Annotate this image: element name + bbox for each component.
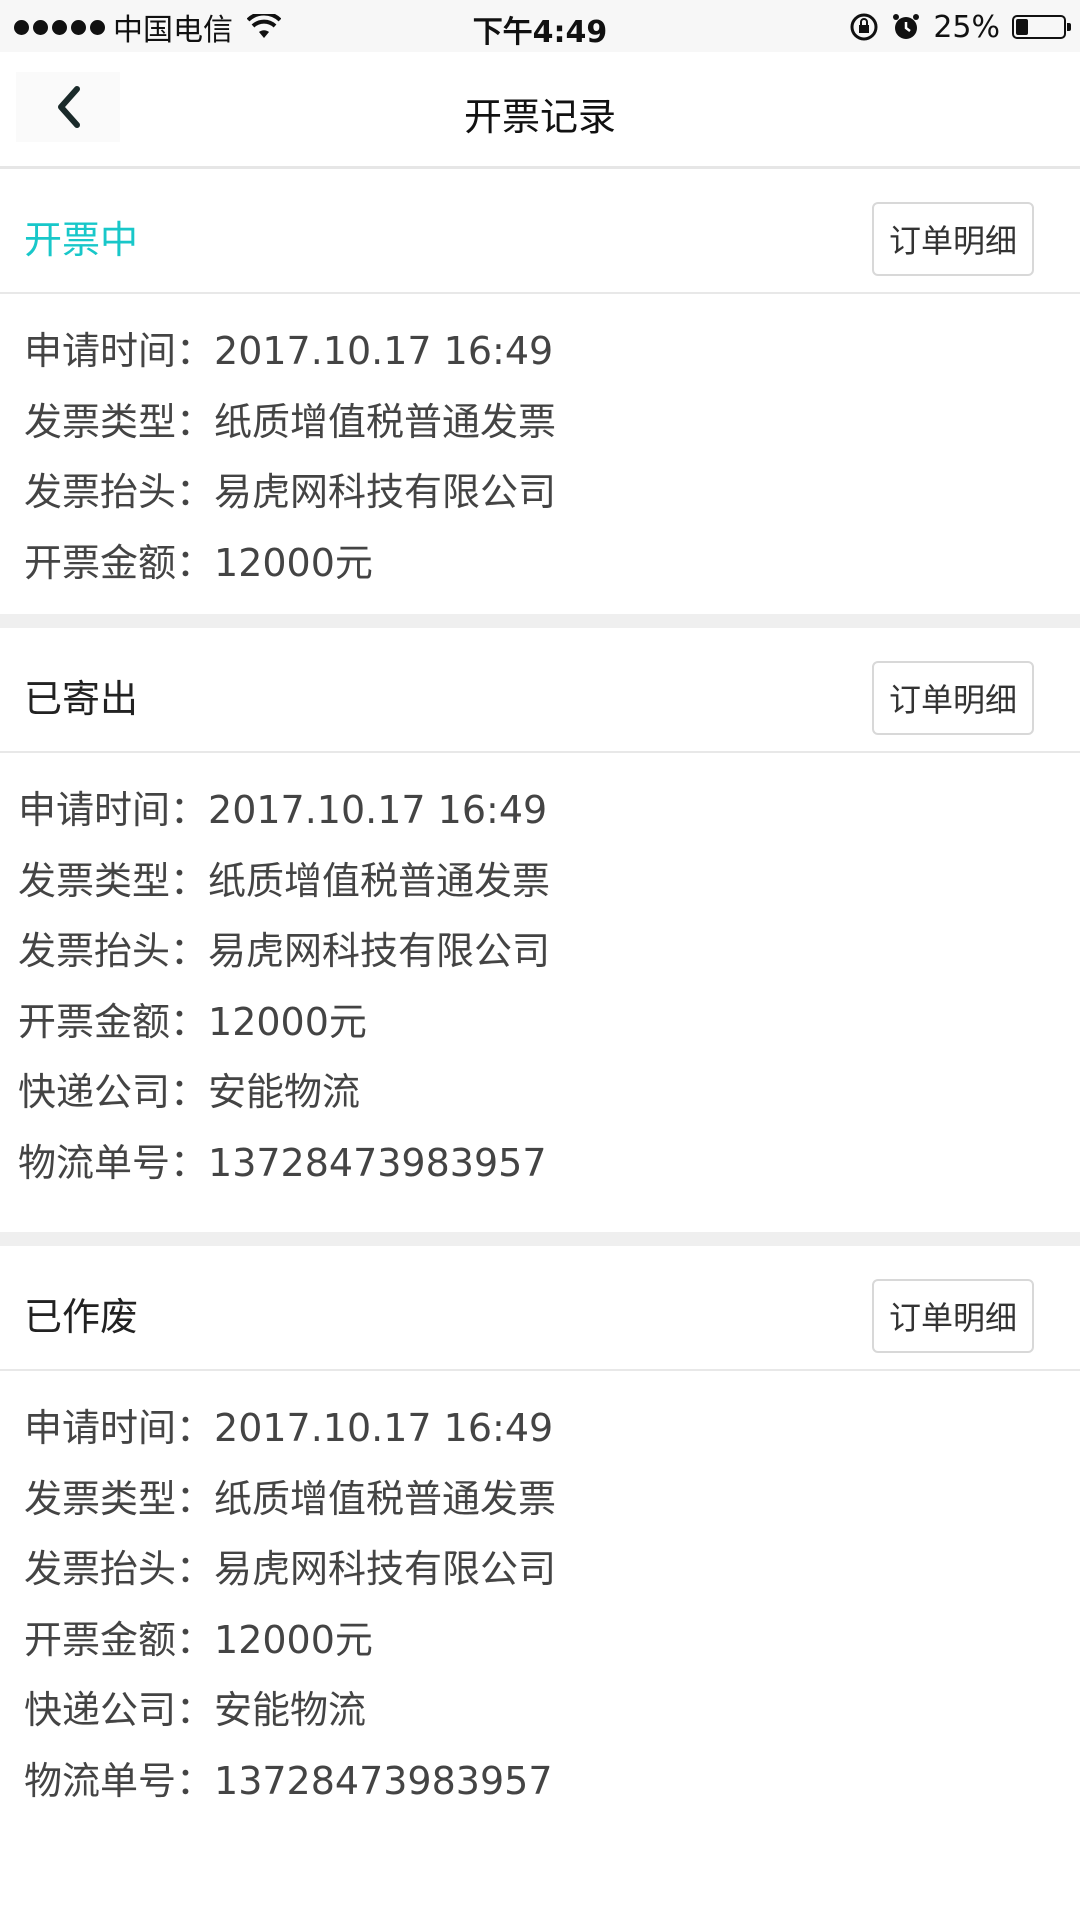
info-value: 12000元 <box>214 1617 373 1662</box>
invoice-card-header: 已寄出 订单明细 <box>0 628 1080 753</box>
invoice-title-row: 发票抬头：易虎网科技有限公司 <box>0 916 1080 987</box>
info-value: 13728473983957 <box>214 1758 553 1803</box>
status-bar-right: 25% <box>849 8 1071 46</box>
info-label: 发票抬头： <box>24 1547 215 1591</box>
battery-percent: 25% <box>933 9 1000 45</box>
invoice-amount-row: 开票金额：12000元 <box>0 1605 1080 1676</box>
info-label: 发票抬头： <box>24 470 215 514</box>
info-label: 发票类型： <box>18 858 209 903</box>
info-label: 发票类型： <box>24 1476 215 1521</box>
info-value: 纸质增值税普通发票 <box>214 399 557 444</box>
info-label: 开票金额： <box>24 540 215 585</box>
courier-company-row: 快递公司：安能物流 <box>0 1057 1080 1128</box>
info-label: 申请时间： <box>18 788 209 832</box>
info-label: 物流单号： <box>18 1140 209 1185</box>
info-value: 2017.10.17 16:49 <box>214 329 554 373</box>
order-detail-button[interactable]: 订单明细 <box>872 1279 1034 1353</box>
section-divider <box>0 1232 1080 1246</box>
invoice-card-header: 已作废 订单明细 <box>0 1246 1080 1371</box>
section-divider <box>0 614 1080 628</box>
invoice-card: 已寄出 订单明细 申请时间：2017.10.17 16:49 发票类型：纸质增值… <box>0 628 1080 1198</box>
invoice-card-body: 申请时间：2017.10.17 16:49 发票类型：纸质增值税普通发票 发票抬… <box>0 294 1080 598</box>
info-value: 易虎网科技有限公司 <box>214 470 557 514</box>
apply-time-row: 申请时间：2017.10.17 16:49 <box>0 316 1080 387</box>
page-title: 开票记录 <box>463 95 616 139</box>
tracking-number-row: 物流单号：13728473983957 <box>0 1746 1080 1817</box>
info-label: 快递公司： <box>24 1688 215 1732</box>
status-badge: 已寄出 <box>24 677 139 721</box>
invoice-type-row: 发票类型：纸质增值税普通发票 <box>0 387 1080 458</box>
info-label: 物流单号： <box>24 1758 215 1803</box>
info-label: 申请时间： <box>24 329 215 373</box>
info-value: 纸质增值税普通发票 <box>214 1476 557 1521</box>
battery-icon <box>1012 15 1071 39</box>
order-detail-button[interactable]: 订单明细 <box>872 661 1034 735</box>
info-value: 安能物流 <box>208 1070 361 1114</box>
invoice-amount-row: 开票金额：12000元 <box>0 528 1080 599</box>
invoice-type-row: 发票类型：纸质增值税普通发票 <box>0 1464 1080 1535</box>
info-value: 2017.10.17 16:49 <box>214 1406 554 1450</box>
apply-time-row: 申请时间：2017.10.17 16:49 <box>0 1393 1080 1464</box>
tracking-number-row: 物流单号：13728473983957 <box>0 1128 1080 1199</box>
status-bar: 中国电信 下午4:49 25% <box>0 0 1080 52</box>
invoice-card-body: 申请时间：2017.10.17 16:49 发票类型：纸质增值税普通发票 发票抬… <box>0 1371 1080 1816</box>
info-value: 12000元 <box>214 540 373 585</box>
info-value: 安能物流 <box>214 1688 367 1732</box>
status-badge: 已作废 <box>24 1295 139 1339</box>
battery-level-fill <box>1016 19 1028 35</box>
info-value: 12000元 <box>208 999 367 1044</box>
info-value: 纸质增值税普通发票 <box>208 858 551 903</box>
order-detail-button[interactable]: 订单明细 <box>872 202 1034 276</box>
info-value: 易虎网科技有限公司 <box>214 1547 557 1591</box>
invoice-title-row: 发票抬头：易虎网科技有限公司 <box>0 457 1080 528</box>
info-label: 申请时间： <box>24 1406 215 1450</box>
invoice-amount-row: 开票金额：12000元 <box>0 987 1080 1058</box>
rotation-lock-icon <box>850 13 878 41</box>
invoice-card: 已作废 订单明细 申请时间：2017.10.17 16:49 发票类型：纸质增值… <box>0 1246 1080 1816</box>
info-value: 易虎网科技有限公司 <box>208 929 551 973</box>
nav-bar: 开票记录 <box>0 52 1080 169</box>
courier-company-row: 快递公司：安能物流 <box>0 1675 1080 1746</box>
info-label: 快递公司： <box>18 1070 209 1114</box>
invoice-title-row: 发票抬头：易虎网科技有限公司 <box>0 1534 1080 1605</box>
invoice-card-header: 开票中 订单明细 <box>0 169 1080 294</box>
alarm-icon <box>893 14 920 39</box>
status-badge: 开票中 <box>24 218 139 262</box>
info-label: 开票金额： <box>18 999 209 1044</box>
invoice-type-row: 发票类型：纸质增值税普通发票 <box>0 846 1080 917</box>
invoice-card: 开票中 订单明细 申请时间：2017.10.17 16:49 发票类型：纸质增值… <box>0 169 1080 598</box>
info-label: 发票类型： <box>24 399 215 444</box>
info-label: 开票金额： <box>24 1617 215 1662</box>
info-label: 发票抬头： <box>18 929 209 973</box>
invoice-card-body: 申请时间：2017.10.17 16:49 发票类型：纸质增值税普通发票 发票抬… <box>0 753 1080 1198</box>
apply-time-row: 申请时间：2017.10.17 16:49 <box>0 775 1080 846</box>
info-value: 13728473983957 <box>208 1140 547 1185</box>
info-value: 2017.10.17 16:49 <box>208 788 548 832</box>
